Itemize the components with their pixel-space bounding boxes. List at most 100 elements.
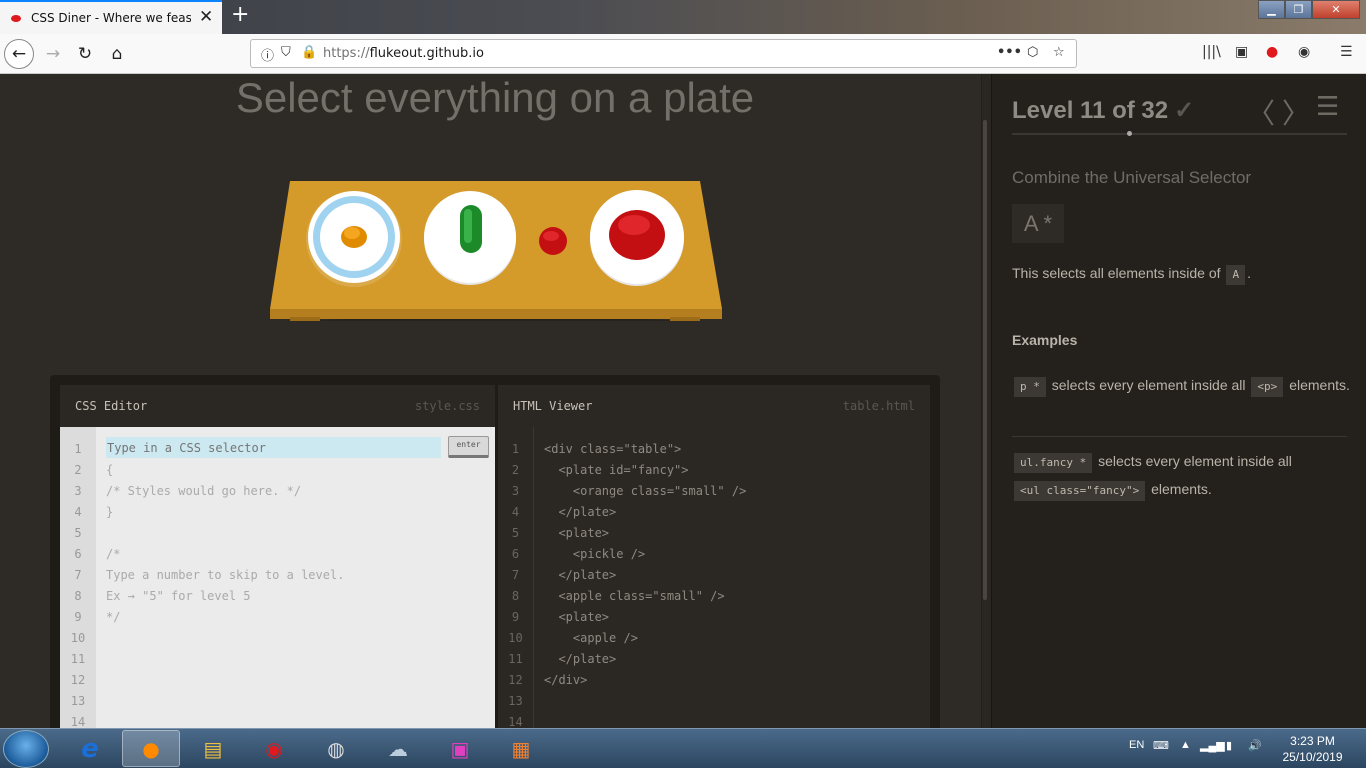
close-window-button[interactable]: ✕ — [1312, 0, 1360, 19]
code-line: { — [106, 463, 114, 477]
page-scrollbar[interactable] — [981, 74, 991, 728]
html-line-orange[interactable]: <orange class="small" /> — [544, 481, 930, 502]
trend-micro-extension-icon[interactable]: ● — [1266, 44, 1278, 60]
html-viewer-filename: table.html — [842, 399, 915, 413]
line-number: 6 — [511, 547, 520, 561]
back-button[interactable]: ← — [4, 39, 34, 69]
keyboard-icon[interactable]: ⌨ — [1153, 739, 1169, 752]
html-line-close-plate[interactable]: </plate> — [544, 565, 930, 586]
control-panel-icon[interactable]: ▦ — [492, 730, 550, 767]
line-number: 5 — [511, 526, 520, 540]
css-line-numbers: 1 2 3 4 5 6 7 8 9 10 11 12 13 14 — [60, 427, 96, 730]
html-line-plate[interactable]: <plate> — [544, 523, 930, 544]
internet-explorer-icon[interactable]: e — [61, 730, 119, 767]
line-number: 8 — [74, 589, 82, 603]
tracking-shield-icon[interactable]: ⛉ — [281, 45, 291, 60]
html-line-apple[interactable]: <apple /> — [544, 628, 930, 649]
css-editor-filename: style.css — [414, 399, 480, 413]
file-explorer-icon[interactable]: ▤ — [184, 730, 242, 767]
pickle[interactable] — [460, 205, 482, 253]
maximize-button[interactable]: ❐ — [1285, 0, 1312, 19]
html-line-close-plate[interactable]: </plate> — [544, 502, 930, 523]
url-bar[interactable]: ⓘ ⛉ 🔒 https://flukeout.github.io ••• ⬡ ☆ — [250, 39, 1077, 68]
html-viewer-title: HTML Viewer — [513, 399, 593, 413]
sidebar-toggle-icon[interactable]: ▣ — [1235, 44, 1248, 60]
html-viewer-body: 1 2 3 4 5 6 7 8 9 10 11 12 13 14 <div cl… — [498, 427, 930, 730]
firefox-icon[interactable]: ● — [122, 730, 180, 767]
scrollbar-thumb[interactable] — [983, 120, 987, 600]
browser-tab[interactable]: CSS Diner - Where we feast on CSS ✕ — [0, 0, 222, 34]
html-line-close-plate[interactable]: </plate> — [544, 649, 930, 670]
html-line-table[interactable]: <div class="table"> — [544, 439, 930, 460]
level-instruction: Select everything on a plate — [235, 74, 755, 121]
line-number: 13 — [70, 694, 86, 708]
battery-icon[interactable]: ▮ — [1226, 739, 1232, 752]
network-app-icon[interactable]: ◍ — [307, 730, 365, 767]
orange-small[interactable] — [341, 226, 367, 248]
network-signal-icon[interactable]: ▂▄▆ — [1200, 739, 1225, 752]
line-number: 1 — [74, 442, 82, 456]
line-number: 5 — [74, 526, 82, 540]
example-text: elements. — [1289, 377, 1350, 393]
line-number: 10 — [70, 631, 86, 645]
apple-small[interactable] — [539, 227, 567, 255]
html-line-fancy-plate[interactable]: <plate id="fancy"> — [544, 460, 930, 481]
apple[interactable] — [609, 210, 665, 260]
trend-micro-icon[interactable]: ◉ — [245, 730, 303, 767]
line-number: 13 — [508, 694, 523, 708]
example-code: p * — [1014, 377, 1046, 397]
home-button[interactable]: ⌂ — [102, 39, 132, 69]
system-clock[interactable]: 3:23 PM 25/10/2019 — [1270, 733, 1355, 765]
html-line-numbers: 1 2 3 4 5 6 7 8 9 10 11 12 13 14 — [498, 427, 534, 730]
menu-icon[interactable]: ☰ — [1340, 44, 1353, 60]
pocket-icon[interactable]: ⬡ — [1027, 45, 1038, 60]
minimize-button[interactable]: ▁ — [1258, 0, 1285, 19]
html-line-close-table[interactable]: </div> — [544, 670, 930, 691]
info-icon[interactable]: ⓘ — [261, 45, 274, 64]
reload-button[interactable]: ↻ — [70, 39, 100, 69]
html-line-plate[interactable]: <plate> — [544, 607, 930, 628]
previous-level-arrow-icon[interactable]: 〈 — [1247, 92, 1275, 132]
css-editor-header: CSS Editor style.css — [60, 385, 495, 427]
start-button[interactable] — [3, 730, 49, 768]
forward-button[interactable]: → — [38, 39, 68, 69]
level-menu-icon[interactable]: ☰ — [1316, 92, 1339, 122]
volume-icon[interactable]: 🔊 — [1248, 739, 1262, 752]
bookmark-star-icon[interactable]: ☆ — [1053, 45, 1065, 60]
new-tab-button[interactable]: + — [231, 2, 249, 27]
html-line-apple-small[interactable]: <apple class="small" /> — [544, 586, 930, 607]
language-indicator[interactable]: EN — [1129, 739, 1144, 751]
url-text[interactable]: https://flukeout.github.io — [323, 46, 484, 61]
line-number: 3 — [74, 484, 82, 498]
close-tab-icon[interactable]: ✕ — [199, 7, 213, 27]
code-line: /* — [106, 547, 121, 561]
installer-app-icon[interactable]: ▣ — [431, 730, 489, 767]
css-selector-input[interactable] — [106, 437, 441, 458]
library-icon[interactable]: |||\ — [1202, 44, 1221, 60]
html-code: <div class="table"> <plate id="fancy"> <… — [544, 439, 930, 691]
level-title: Level 11 of 32 — [1012, 97, 1169, 124]
html-viewer: HTML Viewer table.html 1 2 3 4 5 6 7 8 9… — [498, 385, 930, 730]
description-end: . — [1247, 265, 1251, 281]
account-icon[interactable]: ◉ — [1298, 44, 1310, 60]
site-favicon-icon — [11, 15, 21, 22]
line-number: 11 — [70, 652, 86, 666]
css-editor-title: CSS Editor — [75, 399, 148, 413]
html-line-pickle[interactable]: <pickle /> — [544, 544, 930, 565]
line-number: 2 — [74, 463, 82, 477]
show-hidden-icons-icon[interactable]: ▲ — [1180, 739, 1191, 751]
clock-date: 25/10/2019 — [1282, 750, 1343, 764]
enter-button[interactable]: enter — [448, 436, 489, 458]
description-tag: A — [1226, 265, 1246, 285]
html-viewer-header: HTML Viewer table.html — [498, 385, 930, 427]
page-actions-icon[interactable]: ••• — [997, 45, 1022, 60]
code-line: */ — [106, 610, 121, 624]
example-tag: <p> — [1251, 377, 1284, 397]
line-number: 9 — [74, 610, 82, 624]
next-level-arrow-icon[interactable]: 〉 — [1282, 92, 1310, 132]
cloud-app-icon[interactable]: ☁ — [369, 730, 427, 767]
lock-icon[interactable]: 🔒 — [301, 45, 317, 60]
line-number: 9 — [511, 610, 520, 624]
level-progress-marker — [1127, 131, 1132, 136]
